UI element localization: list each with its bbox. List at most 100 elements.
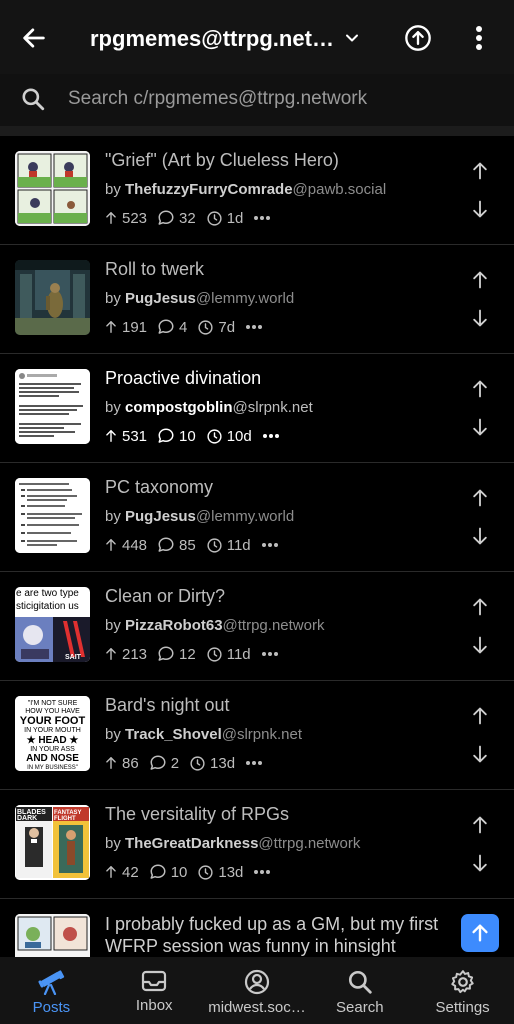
upvote-button[interactable] <box>466 375 494 403</box>
post-author[interactable]: ThefuzzyFurryComrade <box>125 181 293 198</box>
post-thumbnail[interactable] <box>15 914 90 959</box>
more-horizontal-icon <box>246 761 263 765</box>
post-instance: @ttrpg.network <box>222 617 325 634</box>
post-author[interactable]: PizzaRobot63 <box>125 617 223 634</box>
scroll-to-top-fab[interactable] <box>461 914 499 952</box>
meme-caption: AND NOSE <box>26 753 79 764</box>
post-card[interactable]: "I'M NOT SURE HOW YOU HAVE YOUR FOOT IN … <box>0 681 514 790</box>
arrow-up-icon <box>472 924 488 942</box>
clock-icon <box>207 428 222 444</box>
upvote-button[interactable] <box>466 484 494 512</box>
post-card[interactable]: Roll to twerk by PugJesus@lemmy.world 19… <box>0 245 514 354</box>
post-thumbnail[interactable] <box>15 151 90 226</box>
clock-icon <box>207 210 222 226</box>
gear-icon <box>450 970 474 994</box>
post-comment-count: 12 <box>179 645 196 663</box>
arrow-up-icon <box>473 162 487 180</box>
post-author[interactable]: Track_Shovel <box>125 726 222 743</box>
arrow-up-icon <box>106 430 116 442</box>
upvote-button[interactable] <box>466 266 494 294</box>
comic-thumbnail-image <box>15 914 90 959</box>
post-comment-count: 32 <box>179 209 196 227</box>
more-options-button[interactable] <box>464 22 494 54</box>
nav-inbox[interactable]: Inbox <box>103 957 206 1024</box>
post-more-button[interactable] <box>253 215 271 221</box>
top-app-bar: rpgmemes@ttrpg.netw… <box>0 0 514 74</box>
post-score: 213 <box>122 645 148 663</box>
post-feed[interactable]: "Grief" (Art by Clueless Hero) by Thefuz… <box>0 136 514 959</box>
post-thumbnail[interactable] <box>15 369 90 444</box>
post-more-button[interactable] <box>261 542 279 548</box>
more-horizontal-icon <box>246 325 263 329</box>
post-card[interactable]: "Grief" (Art by Clueless Hero) by Thefuz… <box>0 136 514 245</box>
post-card[interactable]: PC taxonomy by PugJesus@lemmy.world 448 … <box>0 463 514 572</box>
arrow-up-circle-icon <box>405 25 431 51</box>
post-title[interactable]: Clean or Dirty? <box>105 586 445 607</box>
search-icon <box>22 88 45 111</box>
community-search-bar <box>0 74 514 126</box>
account-icon <box>244 969 270 995</box>
scroll-top-button[interactable] <box>402 22 434 54</box>
post-comment-count: 2 <box>170 754 180 772</box>
more-horizontal-icon <box>254 870 271 874</box>
downvote-button[interactable] <box>466 304 494 332</box>
post-thumbnail[interactable] <box>15 260 90 335</box>
post-author[interactable]: TheGreatDarkness <box>125 835 258 852</box>
post-age: 13d <box>218 863 244 881</box>
nav-label: Posts <box>32 999 71 1016</box>
nav-posts[interactable]: Posts <box>0 957 103 1024</box>
post-thumbnail[interactable]: e are two type sticigitation us SAIT <box>15 587 90 662</box>
clock-icon <box>190 755 205 771</box>
comment-icon <box>150 864 166 879</box>
back-button[interactable] <box>16 20 52 56</box>
nav-search[interactable]: Search <box>308 957 411 1024</box>
post-score: 448 <box>122 536 148 554</box>
arrow-down-icon <box>473 745 487 763</box>
post-author[interactable]: PugJesus <box>125 290 196 307</box>
post-byline: by PugJesus@lemmy.world <box>105 290 295 307</box>
downvote-button[interactable] <box>466 413 494 441</box>
post-card[interactable]: I probably fucked up as a GM, but my fir… <box>0 899 514 959</box>
post-thumbnail[interactable]: BLADES DARK FANTASY FLIGHT <box>15 805 90 880</box>
post-more-button[interactable] <box>245 324 263 330</box>
community-title[interactable]: rpgmemes@ttrpg.netw… <box>90 26 335 52</box>
downvote-button[interactable] <box>466 740 494 768</box>
text-meme-image: "I'M NOT SURE HOW YOU HAVE YOUR FOOT IN … <box>15 696 90 771</box>
post-more-button[interactable] <box>253 869 271 875</box>
community-dropdown-button[interactable] <box>338 24 366 52</box>
post-title[interactable]: PC taxonomy <box>105 477 445 498</box>
post-score: 531 <box>122 427 148 445</box>
upvote-button[interactable] <box>466 702 494 730</box>
upvote-button[interactable] <box>466 593 494 621</box>
post-title[interactable]: Bard's night out <box>105 695 445 716</box>
post-thumbnail[interactable] <box>15 478 90 553</box>
post-card[interactable]: BLADES DARK FANTASY FLIGHT The versitali… <box>0 790 514 899</box>
nav-account[interactable]: midwest.soc… <box>206 957 309 1024</box>
post-card[interactable]: e are two type sticigitation us SAIT Cle… <box>0 572 514 681</box>
arrow-down-icon <box>473 418 487 436</box>
post-title[interactable]: Roll to twerk <box>105 259 445 280</box>
upvote-button[interactable] <box>466 157 494 185</box>
arrow-up-icon <box>473 271 487 289</box>
post-title[interactable]: I probably fucked up as a GM, but my fir… <box>105 913 455 957</box>
post-more-button[interactable] <box>245 760 263 766</box>
post-title[interactable]: "Grief" (Art by Clueless Hero) <box>105 150 445 171</box>
post-thumbnail[interactable]: "I'M NOT SURE HOW YOU HAVE YOUR FOOT IN … <box>15 696 90 771</box>
downvote-button[interactable] <box>466 849 494 877</box>
post-title[interactable]: The versitality of RPGs <box>105 804 445 825</box>
post-comment-count: 4 <box>179 318 188 336</box>
post-author[interactable]: PugJesus <box>125 508 196 525</box>
post-more-button[interactable] <box>261 651 279 657</box>
search-input[interactable] <box>68 84 488 114</box>
upvote-button[interactable] <box>466 811 494 839</box>
post-more-button[interactable] <box>262 433 280 439</box>
downvote-button[interactable] <box>466 522 494 550</box>
downvote-button[interactable] <box>466 195 494 223</box>
meme-caption: HOW YOU HAVE <box>25 708 80 715</box>
downvote-button[interactable] <box>466 631 494 659</box>
nav-settings[interactable]: Settings <box>411 957 514 1024</box>
post-card[interactable]: Proactive divination by compostgoblin@sl… <box>0 354 514 463</box>
post-author[interactable]: compostgoblin <box>125 399 233 416</box>
post-title[interactable]: Proactive divination <box>105 368 445 389</box>
post-meta: 531 10 10d <box>104 427 286 445</box>
